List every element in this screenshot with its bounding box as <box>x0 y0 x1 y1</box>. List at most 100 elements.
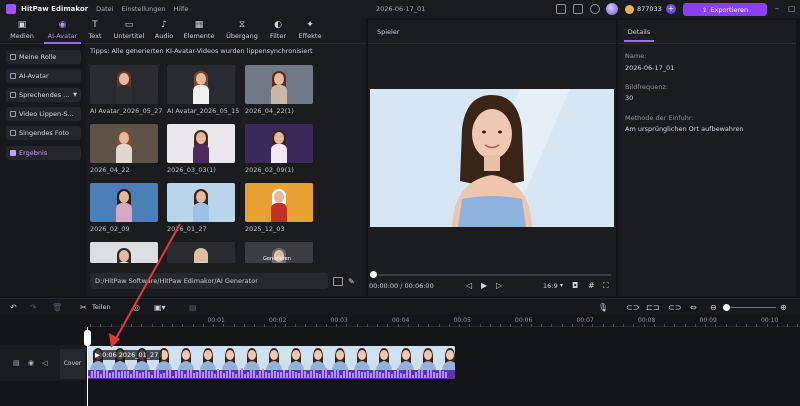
media-thumbnail[interactable] <box>167 124 235 163</box>
sidebar-item-ai-avatar[interactable]: AI-Avatar <box>6 69 81 83</box>
media-thumbnail[interactable] <box>167 183 235 222</box>
tool-audio[interactable]: ♪ Audio <box>152 20 176 42</box>
sidebar-item-lip-sync[interactable]: Video Lippen-S... <box>6 107 81 121</box>
waveform-bar <box>157 368 159 378</box>
undo-icon[interactable]: ↶ <box>10 303 17 312</box>
link-icon[interactable]: ⊂⊃ <box>626 303 639 312</box>
zoom-slider-handle[interactable] <box>723 304 730 311</box>
visibility-icon[interactable]: ◉ <box>28 359 34 367</box>
media-thumbnail[interactable] <box>90 183 158 222</box>
mute-icon[interactable]: ◁ <box>42 359 47 367</box>
thumbnail-label: 2026_01_27 <box>167 225 207 233</box>
zoom-slider-track[interactable] <box>726 307 776 308</box>
waveform-bar <box>187 370 189 378</box>
tool-elements[interactable]: ▦ Elemente <box>182 20 216 42</box>
timeline[interactable]: 00:0000:0100:0200:0300:0400:0500:0600:07… <box>0 315 800 406</box>
ruler-tick <box>131 324 132 327</box>
tool-text[interactable]: T Text <box>85 20 105 42</box>
magnet-icon[interactable]: ⊏⊐ <box>646 303 659 312</box>
maximize-icon[interactable]: ▢ <box>788 4 796 14</box>
waveform-bar <box>133 368 135 378</box>
user-avatar[interactable] <box>606 3 618 15</box>
next-frame-icon[interactable]: ▷ <box>496 281 502 290</box>
media-thumbnail[interactable] <box>245 65 313 104</box>
mask-icon[interactable]: ◎ <box>133 303 140 312</box>
media-thumbnail[interactable] <box>245 183 313 222</box>
waveform-bar <box>358 370 360 378</box>
timeline-toolbar: ↶ ↷ 🗑 ✂ Teilen ◎ ▣▾ ▤ 🎙 ⊂⊃ ⊏⊐ ⊂⊃ ⇔ ⊖ ⊕ <box>0 298 800 315</box>
download-icon[interactable] <box>590 4 600 14</box>
sidebar-item-result[interactable]: Ergebnis <box>6 146 81 160</box>
split-icon[interactable]: ✂ <box>80 303 87 312</box>
tool-effects[interactable]: ✦ Effekte <box>295 20 325 42</box>
waveform-bar <box>388 371 390 378</box>
ruler-tick <box>336 324 337 327</box>
playhead-handle[interactable] <box>84 330 91 346</box>
screen-icon[interactable] <box>556 4 566 14</box>
sidebar-item-talking[interactable]: Sprechendes ... ▼ <box>6 88 81 102</box>
waveform-bar <box>379 371 381 378</box>
output-path-field[interactable]: D:/HitPaw Software/HitPaw Edimakor/AI Ge… <box>90 273 328 289</box>
media-thumbnail[interactable] <box>167 65 235 104</box>
aspect-ratio-select[interactable]: 16:9 <box>543 282 558 290</box>
redo-icon[interactable]: ↷ <box>30 303 37 312</box>
media-thumbnail[interactable] <box>167 242 235 263</box>
export-button[interactable]: ⇪ Exportieren <box>683 3 767 16</box>
media-thumbnail[interactable] <box>90 242 158 263</box>
zoom-in-icon[interactable]: ⊕ <box>780 303 787 312</box>
menu-help[interactable]: Hilfe <box>174 5 189 13</box>
time-ruler[interactable]: 00:0000:0100:0200:0300:0400:0500:0600:07… <box>86 315 800 327</box>
waveform-bar <box>94 369 96 378</box>
add-credits-button[interactable]: + <box>666 4 676 14</box>
tool-subtitle[interactable]: ▭ Untertitel <box>111 20 147 42</box>
tab-details[interactable]: Details <box>624 24 654 42</box>
progress-handle[interactable] <box>370 271 377 278</box>
freeze-icon[interactable]: ▤ <box>189 303 197 312</box>
edit-icon[interactable]: ✎ <box>348 277 358 286</box>
microphone-icon[interactable]: 🎙 <box>598 303 608 312</box>
thumbnail-label: 2025_12_03 <box>245 225 285 233</box>
progress-track[interactable] <box>373 274 611 276</box>
chevron-down-icon[interactable]: ▾ <box>560 281 563 290</box>
tool-transition[interactable]: ⧖ Übergang <box>224 20 260 42</box>
lock-icon[interactable]: ▤ <box>13 359 20 367</box>
tool-filter[interactable]: ◐ Filter <box>266 20 290 42</box>
media-thumbnail[interactable] <box>90 124 158 163</box>
zoom-out-icon[interactable]: ⊖ <box>710 303 717 312</box>
fullscreen-icon[interactable]: ⛶ <box>603 281 609 290</box>
split-label[interactable]: Teilen <box>92 303 111 311</box>
tool-ai-avatar[interactable]: ◉ AI-Avatar <box>44 20 81 42</box>
text-tool-icon[interactable]: ▣▾ <box>154 303 166 312</box>
menu-file[interactable]: Datei <box>96 5 113 13</box>
waveform-bar <box>175 370 177 378</box>
prev-frame-icon[interactable]: ◁ <box>466 281 472 290</box>
waveform-bar <box>304 371 306 378</box>
waveform-bar <box>118 371 120 378</box>
delete-icon[interactable]: 🗑 <box>52 303 62 312</box>
waveform-bar <box>325 368 327 378</box>
play-icon[interactable]: ▶ <box>481 281 487 290</box>
fit-icon[interactable]: ⇔ <box>690 303 697 312</box>
clip-label-text: 0:06 2026_01_27 <box>102 351 159 359</box>
waveform-bar <box>421 370 423 378</box>
minimize-icon[interactable]: – <box>775 4 779 14</box>
media-thumbnail[interactable] <box>245 124 313 163</box>
chat-icon[interactable] <box>573 4 583 14</box>
ruler-tick <box>243 324 245 327</box>
sidebar-item-my-role[interactable]: Meine Rolle <box>6 50 81 64</box>
chain-icon[interactable]: ⊂⊃ <box>668 303 681 312</box>
waveform-bar <box>115 370 117 378</box>
crop-icon[interactable]: # <box>588 281 595 290</box>
menu-settings[interactable]: Einstellungen <box>121 5 165 13</box>
snapshot-icon[interactable]: ◘ <box>572 281 578 290</box>
folder-icon[interactable] <box>333 277 343 286</box>
waveform-bar <box>319 374 321 378</box>
waveform-bar <box>352 372 354 378</box>
cover-button[interactable]: Cover <box>60 349 85 379</box>
waveform-bar <box>124 371 126 378</box>
sidebar-item-singing-photo[interactable]: Singendes Foto <box>6 126 81 140</box>
media-thumbnail[interactable] <box>90 65 158 104</box>
tool-media[interactable]: ▣ Medien <box>6 20 38 42</box>
video-preview[interactable] <box>370 89 614 227</box>
tip-text: Tipps: Alle generierten KI-Avatar-Videos… <box>90 47 313 55</box>
